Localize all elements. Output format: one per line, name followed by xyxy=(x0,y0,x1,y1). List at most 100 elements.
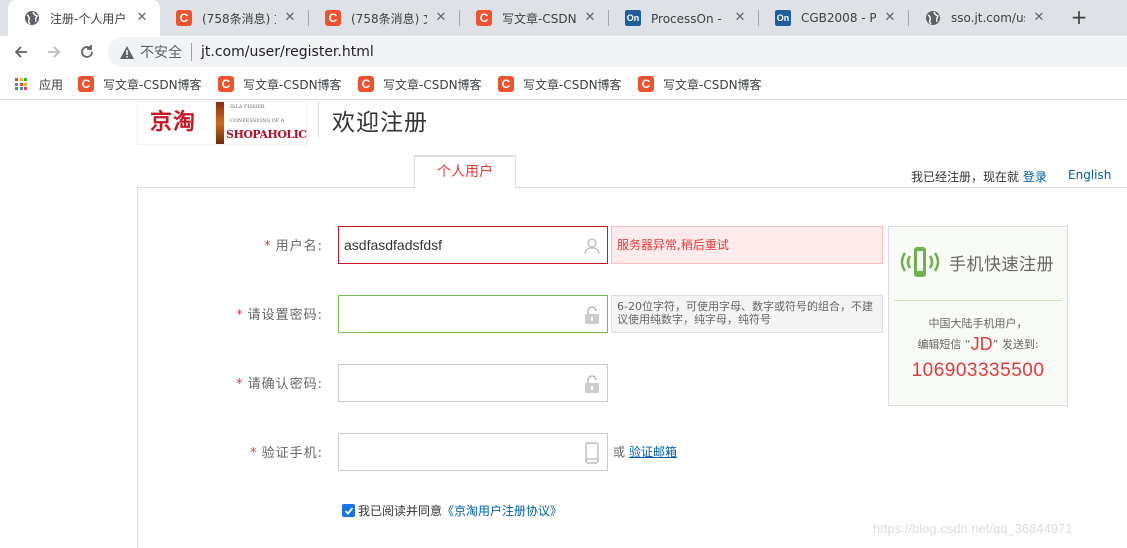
globe-icon xyxy=(24,10,40,26)
english-link[interactable]: English xyxy=(1068,168,1111,182)
close-icon[interactable]: ✕ xyxy=(582,10,598,26)
security-label[interactable]: 不安全 xyxy=(140,42,182,62)
browser-tab[interactable]: C (758条消息) 文章 ✕ xyxy=(309,0,459,36)
tab-title: (758条消息) 文章 xyxy=(351,11,427,26)
csdn-icon: C xyxy=(476,10,492,26)
arrow-right-icon xyxy=(48,46,61,58)
confirm-password-label: * 请确认密码: xyxy=(236,377,323,392)
lock-icon xyxy=(583,305,601,325)
bookmark-label: 写文章-CSDN博客 xyxy=(383,77,482,92)
csdn-icon: C xyxy=(358,76,374,92)
phone-label: * 验证手机: xyxy=(250,446,323,461)
sms-number: 106903335500 xyxy=(911,360,1045,381)
csdn-icon: C xyxy=(638,76,654,92)
bookmark-label: 写文章-CSDN博客 xyxy=(663,77,762,92)
page-content: 京淘 ISLA FISHER CONFESSIONS OF A SHOPAHOL… xyxy=(0,101,1127,548)
browser-tab-bar: 注册-个人用户 ✕ C (758条消息) 文章 ✕ C (758条消息) 文章 … xyxy=(0,0,1127,36)
bookmark-item[interactable]: C 写文章-CSDN博客 xyxy=(358,76,482,92)
browser-tab[interactable]: C (758条消息) 文章 ✕ xyxy=(160,0,308,36)
back-button[interactable] xyxy=(9,40,33,64)
phone-field[interactable] xyxy=(338,433,608,471)
bookmark-item[interactable]: C 写文章-CSDN博客 xyxy=(638,76,762,92)
required-mark: * xyxy=(236,308,244,323)
bookmark-item[interactable]: C 写文章-CSDN博客 xyxy=(78,76,202,92)
mobile-phone-icon xyxy=(583,442,601,464)
password-field[interactable] xyxy=(338,295,608,333)
page-title: 欢迎注册 xyxy=(332,110,428,136)
browser-tab[interactable]: sso.jt.com/user ✕ xyxy=(909,0,1057,36)
confirm-password-field[interactable] xyxy=(338,364,608,402)
brand-logo-text: 京淘 xyxy=(150,109,197,135)
close-icon[interactable]: ✕ xyxy=(1031,10,1047,26)
close-icon[interactable]: ✕ xyxy=(433,10,449,26)
bookmark-item[interactable]: C 写文章-CSDN博客 xyxy=(218,76,342,92)
username-field[interactable]: asdfasdfadsfdsf xyxy=(338,226,608,264)
agree-checkbox[interactable] xyxy=(342,504,355,517)
bookmark-item[interactable]: C 写文章-CSDN博客 xyxy=(498,76,622,92)
checkmark-icon xyxy=(344,506,353,515)
address-divider xyxy=(191,43,192,61)
lock-icon xyxy=(583,374,601,394)
user-agreement-link[interactable]: 《京淘用户注册协议》 xyxy=(442,502,562,519)
apps-grid-icon xyxy=(15,78,27,90)
sms-instruction: 编辑短信 “JD” 发送到: xyxy=(917,334,1039,354)
username-value: asdfasdfadsfdsf xyxy=(344,237,443,253)
password-label: * 请设置密码: xyxy=(236,308,323,323)
mobile-register-desc: 中国大陆手机用户， xyxy=(928,317,1028,330)
login-link[interactable]: 登录 xyxy=(1023,170,1047,184)
username-error-message: 服务器异常,稍后重试 xyxy=(611,226,883,264)
bookmark-label: 写文章-CSDN博客 xyxy=(523,77,622,92)
csdn-icon: C xyxy=(176,10,192,26)
verify-email-link[interactable]: 验证邮箱 xyxy=(629,443,677,460)
bookmark-label: 写文章-CSDN博客 xyxy=(243,77,342,92)
already-registered: 我已经注册，现在就 登录 xyxy=(911,168,1047,185)
new-tab-button[interactable]: + xyxy=(1066,5,1092,31)
book-cover-image: ISLA FISHER CONFESSIONS OF A SHOPAHOLIC xyxy=(214,102,307,144)
bookmarks-bar: 应用 C 写文章-CSDN博客 C 写文章-CSDN博客 C 写文章-CSDN博… xyxy=(0,68,1127,100)
agreement-row: 我已阅读并同意 《京淘用户注册协议》 xyxy=(342,502,562,519)
reload-icon xyxy=(81,45,93,58)
browser-tab[interactable]: On CGB2008 - Pro ✕ xyxy=(759,0,908,36)
browser-tab[interactable]: On ProcessOn - 我 ✕ xyxy=(609,0,758,36)
watermark: https://blog.csdn.net/qq_36844971 xyxy=(873,521,1073,536)
url-text[interactable]: jt.com/user/register.html xyxy=(201,44,374,60)
site-logo[interactable]: 京淘 ISLA FISHER CONFESSIONS OF A SHOPAHOL… xyxy=(137,101,307,145)
close-icon[interactable]: ✕ xyxy=(134,10,150,26)
address-bar[interactable]: 不安全 jt.com/user/register.html xyxy=(108,37,1127,67)
csdn-icon: C xyxy=(78,76,94,92)
arrow-left-icon xyxy=(14,46,27,58)
csdn-icon: C xyxy=(498,76,514,92)
apps-shortcut[interactable]: 应用 xyxy=(15,76,63,92)
browser-tab[interactable]: C 写文章-CSDN博 ✕ xyxy=(460,0,608,36)
tab-personal-user[interactable]: 个人用户 xyxy=(414,155,516,188)
mobile-register-header: 手机快速注册 xyxy=(899,245,1054,279)
tab-title: ProcessOn - 我 xyxy=(651,11,726,26)
csdn-icon: C xyxy=(325,10,341,26)
already-text: 我已经注册，现在就 xyxy=(911,170,1020,184)
apps-label: 应用 xyxy=(39,77,64,92)
mobile-register-title: 手机快速注册 xyxy=(949,254,1054,275)
close-icon[interactable]: ✕ xyxy=(732,10,748,26)
username-label: * 用户名: xyxy=(264,239,323,254)
password-hint: 6-20位字符，可使用字母、数字或符号的组合，不建议使用纯数字，纯字母，纯符号 xyxy=(611,295,883,333)
required-mark: * xyxy=(236,377,244,392)
close-icon[interactable]: ✕ xyxy=(882,10,898,26)
reload-button[interactable] xyxy=(75,40,99,64)
browser-toolbar: 不安全 jt.com/user/register.html xyxy=(0,36,1127,68)
sms-code: JD xyxy=(970,334,993,354)
globe-icon xyxy=(925,10,941,26)
warning-icon[interactable] xyxy=(120,45,134,59)
tab-title: sso.jt.com/user xyxy=(951,11,1025,25)
tab-title: CGB2008 - Pro xyxy=(801,11,876,25)
mobile-quick-register-box: 手机快速注册 中国大陆手机用户， 编辑短信 “JD” 发送到: 10690333… xyxy=(888,226,1068,406)
forward-button[interactable] xyxy=(42,40,66,64)
close-icon[interactable]: ✕ xyxy=(282,10,298,26)
required-mark: * xyxy=(250,446,258,461)
or-text: 或 xyxy=(613,445,626,459)
mobile-signal-icon xyxy=(900,247,940,277)
processon-icon: On xyxy=(775,10,791,26)
processon-icon: On xyxy=(625,10,641,26)
browser-tab-active[interactable]: 注册-个人用户 ✕ xyxy=(8,0,160,36)
user-icon xyxy=(583,236,601,256)
csdn-icon: C xyxy=(218,76,234,92)
